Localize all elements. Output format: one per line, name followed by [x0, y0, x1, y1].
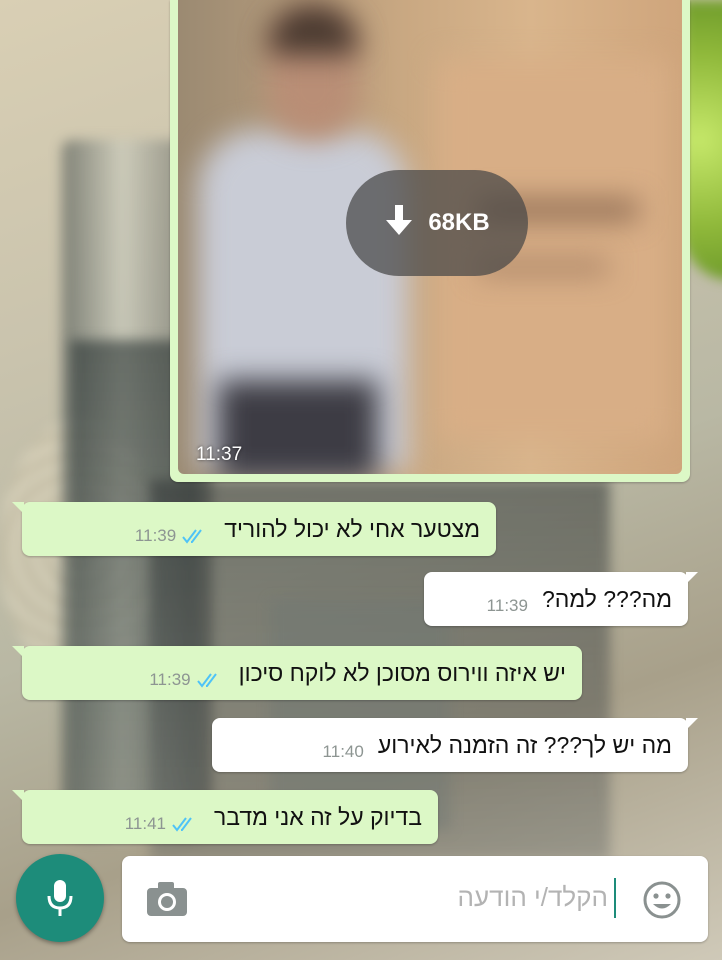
download-arrow-icon [384, 204, 414, 242]
message-time: 11:41 [124, 814, 167, 833]
message-time: 11:39 [149, 670, 191, 689]
message-outgoing[interactable]: יש איזה ווירוס מסוכן לא לוקח סיכון 11:39 [12, 646, 582, 700]
message-outgoing[interactable]: בדיוק על זה אני מדבר 11:41 [12, 790, 438, 844]
double-check-icon [172, 817, 192, 832]
message-incoming[interactable]: מה??? למה? 11:39 [424, 572, 698, 626]
smiley-icon[interactable] [642, 880, 682, 920]
message-text: בדיוק על זה אני מדבר [214, 803, 422, 830]
message-text: מה??? למה? [541, 585, 672, 612]
image-message-bubble[interactable]: 68KB 11:37 [170, 0, 690, 482]
double-check-icon [182, 529, 203, 544]
microphone-icon [47, 880, 73, 916]
message-time: 11:39 [486, 596, 528, 615]
message-incoming[interactable]: מה יש לך??? זה הזמנה לאירוע 11:40 [212, 718, 698, 772]
blurred-image-thumbnail[interactable]: 68KB 11:37 [178, 0, 682, 474]
message-outgoing[interactable]: מצטער אחי לא יכול להוריד 11:39 [12, 502, 496, 556]
message-time: 11:39 [134, 526, 177, 545]
image-message-time: 11:37 [196, 444, 243, 465]
message-text: מה יש לך??? זה הזמנה לאירוע [377, 731, 672, 758]
download-button[interactable]: 68KB [346, 170, 528, 276]
message-composer[interactable]: הקלד/י הודעה [122, 856, 708, 942]
message-time: 11:40 [322, 742, 364, 761]
text-cursor [614, 878, 616, 918]
download-size: 68KB [428, 209, 490, 236]
thumbnail-person-shape [268, 5, 358, 55]
camera-icon[interactable] [146, 880, 188, 918]
double-check-icon [196, 673, 217, 688]
message-text: יש איזה ווירוס מסוכן לא לוקח סיכון [238, 659, 566, 686]
message-text: מצטער אחי לא יכול להוריד [224, 515, 480, 542]
voice-record-button[interactable] [16, 854, 104, 942]
message-input[interactable]: הקלד/י הודעה [458, 882, 608, 913]
